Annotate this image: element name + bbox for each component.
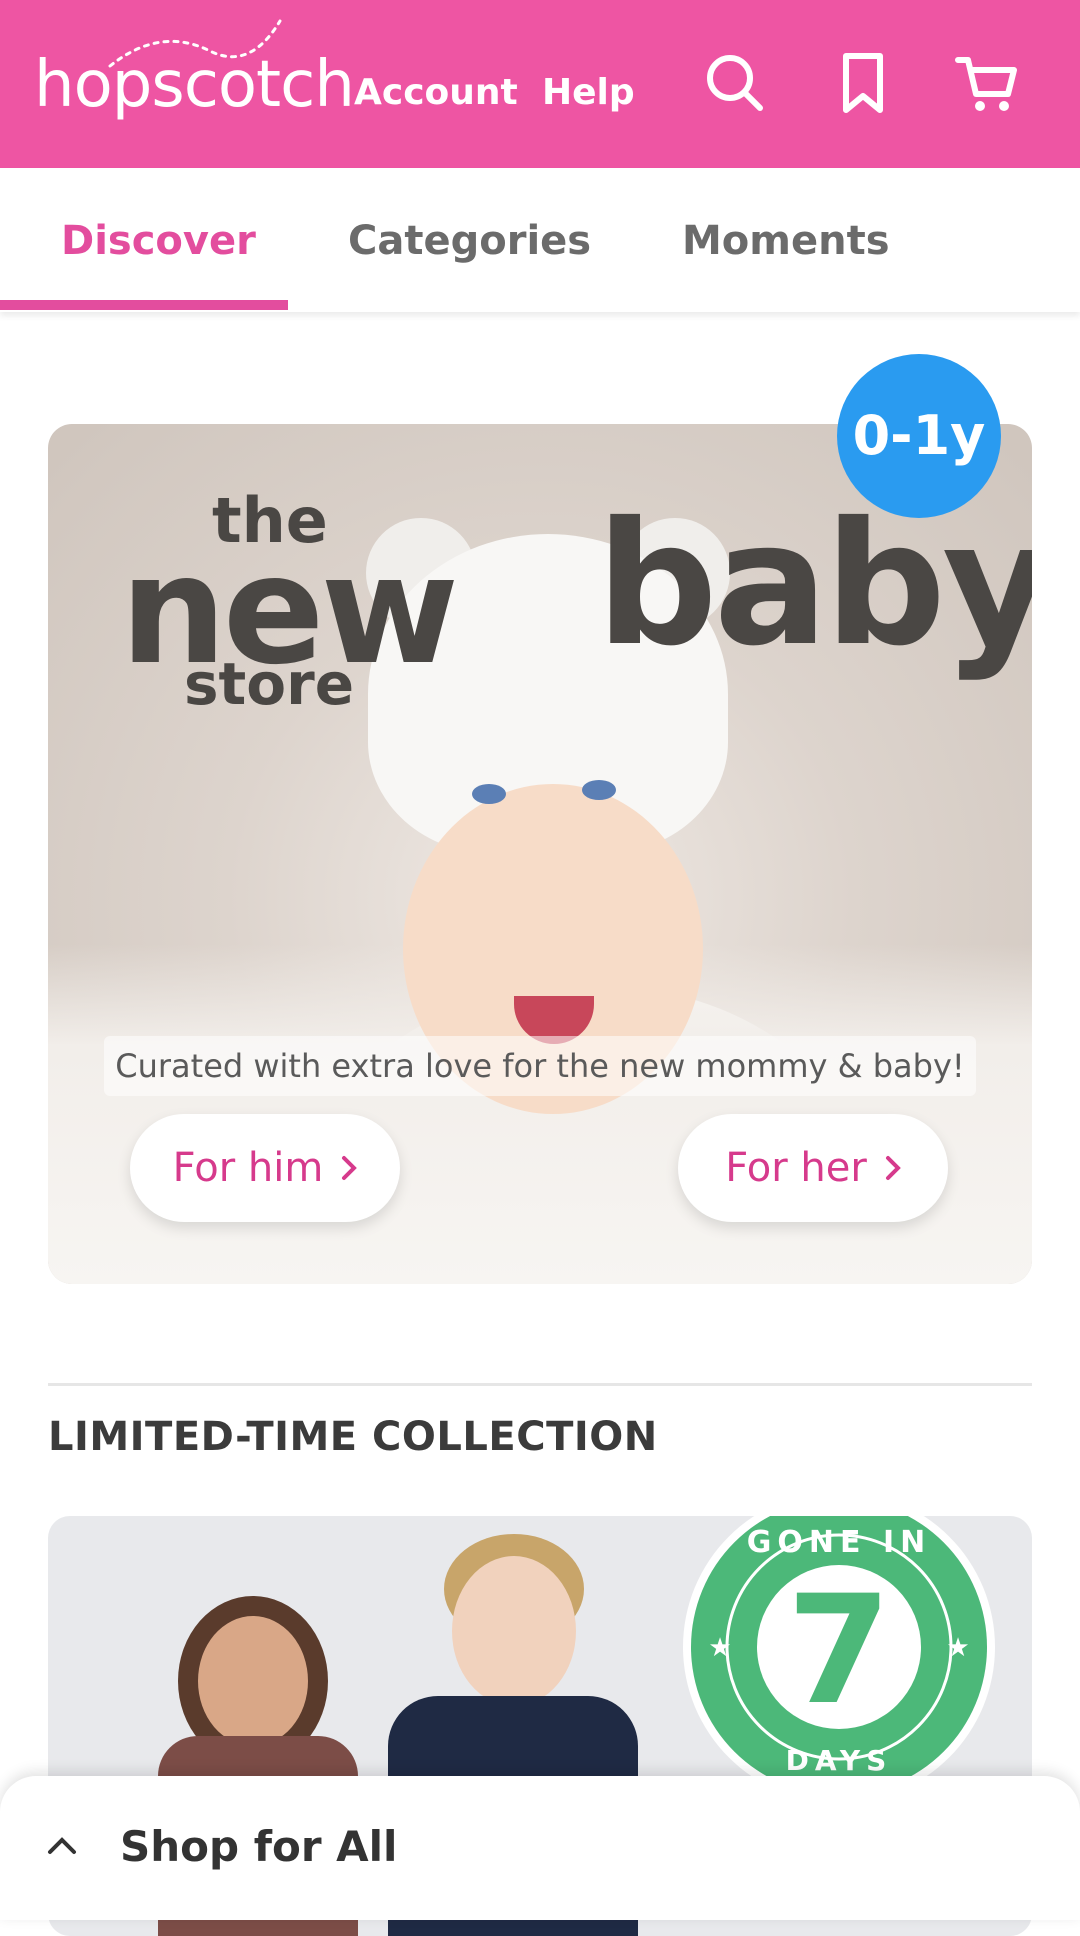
age-badge: 0-1y bbox=[837, 354, 1001, 518]
badge-bottom-text: DAYS bbox=[786, 1744, 893, 1777]
chevron-up-icon[interactable] bbox=[42, 1826, 82, 1866]
kid-girl-face bbox=[198, 1616, 308, 1746]
banner-tagline: Curated with extra love for the new momm… bbox=[104, 1036, 976, 1096]
active-tab-indicator bbox=[0, 300, 288, 310]
shop-for-label: Shop for All bbox=[120, 1822, 398, 1871]
gone-in-7-days-badge: GONE IN 7 DAYS ★ ★ bbox=[683, 1516, 995, 1803]
bookmark-icon[interactable] bbox=[828, 48, 898, 118]
baby-eye-left bbox=[472, 784, 506, 804]
tab-bar: Discover Categories Moments bbox=[0, 168, 1080, 312]
for-him-button[interactable]: For him bbox=[130, 1114, 400, 1222]
section-title: LIMITED-TIME COLLECTION bbox=[48, 1414, 658, 1460]
tab-discover[interactable]: Discover bbox=[61, 218, 256, 264]
new-baby-store-banner[interactable]: the new store baby Curated with extra lo… bbox=[48, 424, 1032, 1284]
for-him-label: For him bbox=[172, 1145, 324, 1191]
star-icon: ★ bbox=[708, 1633, 731, 1663]
section-divider bbox=[48, 1383, 1032, 1386]
banner-title-baby: baby bbox=[596, 486, 1032, 684]
hopscotch-logo[interactable]: hopscotch bbox=[34, 48, 355, 122]
star-icon: ★ bbox=[946, 1633, 969, 1663]
shop-for-bottom-sheet[interactable]: Shop for All bbox=[0, 1776, 1080, 1920]
for-her-button[interactable]: For her bbox=[678, 1114, 948, 1222]
search-icon[interactable] bbox=[700, 48, 770, 118]
chevron-right-icon bbox=[342, 1156, 358, 1180]
tab-moments[interactable]: Moments bbox=[682, 218, 890, 264]
baby-eye-right bbox=[582, 780, 616, 800]
banner-title-store: store bbox=[184, 650, 355, 718]
kid-boy-face bbox=[452, 1556, 576, 1706]
badge-number: 7 bbox=[787, 1564, 891, 1738]
badge-top-text: GONE IN bbox=[747, 1525, 931, 1560]
cart-icon[interactable] bbox=[952, 48, 1022, 118]
top-app-bar: hopscotch Account Help bbox=[0, 0, 1080, 168]
for-her-label: For her bbox=[725, 1145, 867, 1191]
tab-categories[interactable]: Categories bbox=[348, 218, 591, 264]
chevron-right-icon bbox=[885, 1156, 901, 1180]
help-link[interactable]: Help bbox=[542, 72, 635, 113]
account-link[interactable]: Account bbox=[354, 72, 518, 113]
